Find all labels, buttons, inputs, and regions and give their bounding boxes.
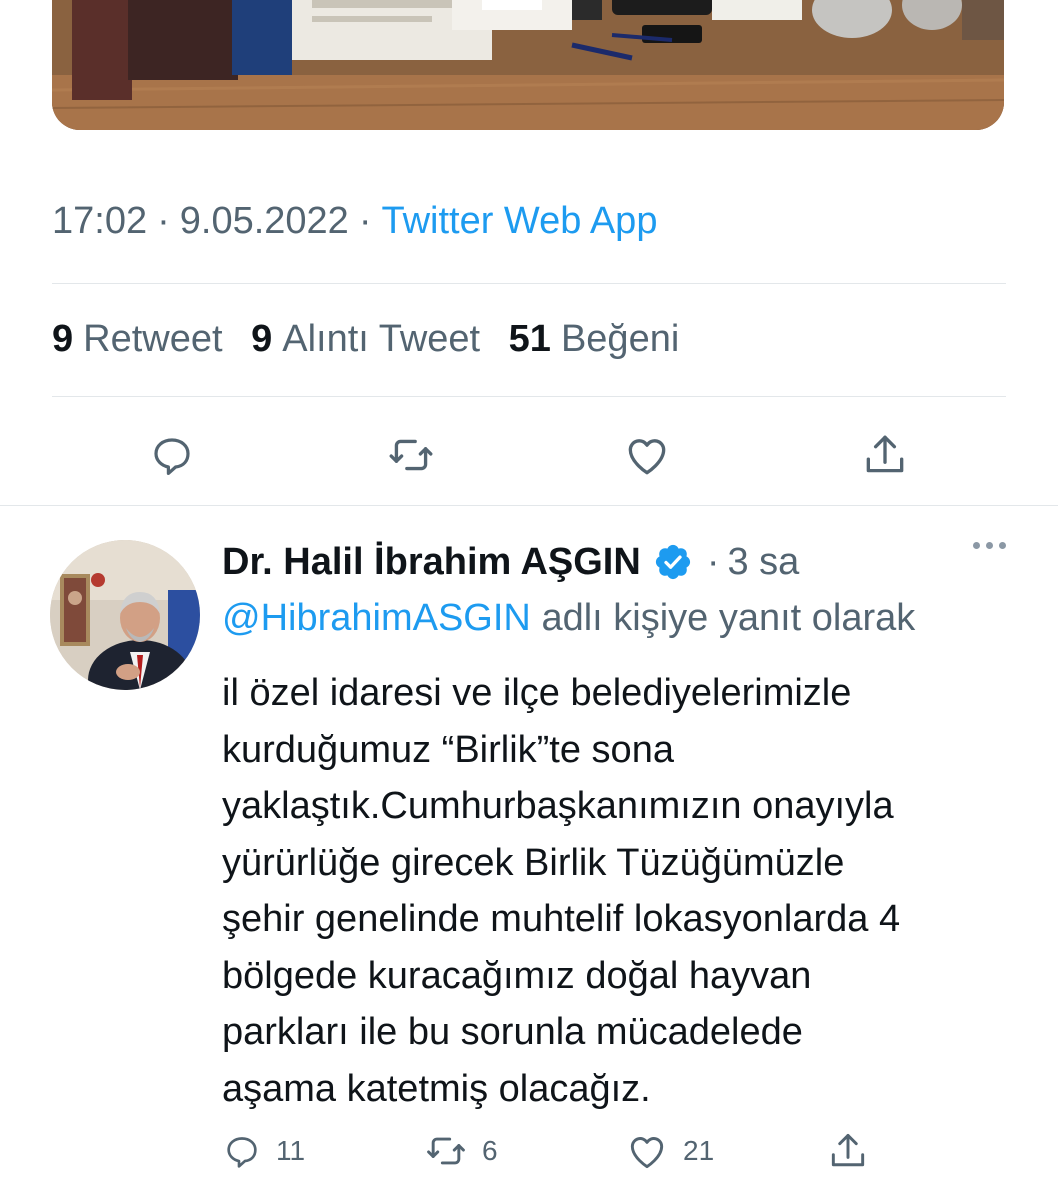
reply-icon: [154, 438, 190, 475]
reply-text-line: yürürlüğe girecek Birlik Tüzüğümüzle: [222, 841, 845, 884]
divider: [52, 283, 1006, 284]
header-separator: ·: [706, 540, 720, 583]
retweet-label: Retweet: [83, 318, 223, 360]
reply-share-button[interactable]: [826, 1128, 870, 1174]
reply-text: il özel idaresi ve ilçe belediyelerimizl…: [222, 665, 1022, 1117]
retweet-button[interactable]: [386, 430, 436, 480]
tweet-date[interactable]: 9.05.2022: [180, 200, 349, 242]
meta-separator: ·: [358, 200, 372, 242]
like-stat[interactable]: 51 Beğeni: [509, 318, 680, 360]
share-icon: [866, 435, 904, 473]
tweet-time[interactable]: 17:02: [52, 200, 147, 242]
reply-action-bar: 11 6 21: [0, 1128, 1058, 1174]
retweet-count: 6: [482, 1135, 498, 1166]
tweet-stats: 9 Retweet 9 Alıntı Tweet 51 Beğeni: [52, 318, 697, 361]
reply-text-line: bölgede kuracağımız doğal hayvan: [222, 954, 812, 997]
reply-header: Dr. Halil İbrahim AŞGIN · 3 sa: [222, 534, 1006, 590]
quote-tweet-count: 9: [251, 318, 273, 360]
reply-text-line: parkları ile bu sorunla mücadelede: [222, 1011, 803, 1053]
replying-to-label: adlı kişiye yanıt olarak: [541, 597, 916, 639]
divider: [52, 396, 1006, 397]
retweet-icon: [389, 439, 433, 471]
tweet-action-bar: [0, 430, 1058, 480]
reply-text-line: il özel idaresi ve ilçe belediyelerimizl…: [222, 672, 852, 714]
more-options-icon[interactable]: [973, 542, 1006, 549]
meta-separator: ·: [157, 200, 170, 242]
tweet-photo[interactable]: [52, 0, 1004, 130]
reply-text-line: kurduğumuz “Birlik”te sona: [222, 728, 674, 771]
like-count: 21: [683, 1135, 715, 1166]
reply-text-line: aşama katetmiş olacağız.: [222, 1067, 651, 1110]
like-count: 51: [508, 318, 551, 360]
reply-timestamp[interactable]: 3 sa: [727, 541, 799, 584]
tweet-source-link[interactable]: Twitter Web App: [381, 200, 657, 242]
replying-to: @HibrahimASGIN adlı kişiye yanıt olarak: [222, 597, 915, 640]
retweet-icon: [427, 1137, 465, 1165]
reply-text-line: yaklaştık.Cumhurbaşkanımızın onayıyla: [222, 785, 894, 827]
reply-text-line: şehir genelinde muhtelif lokasyonlarda 4: [222, 898, 901, 940]
like-label: Beğeni: [560, 318, 680, 360]
retweet-stat[interactable]: 9 Retweet: [52, 318, 223, 360]
share-icon: [831, 1133, 865, 1167]
quote-tweet-label: Alıntı Tweet: [282, 318, 481, 360]
like-button[interactable]: [622, 430, 672, 480]
reply-retweet-button[interactable]: 6: [424, 1128, 498, 1174]
reply-icon: [227, 1137, 257, 1168]
share-button[interactable]: [860, 430, 910, 480]
retweet-count: 9: [52, 318, 74, 360]
verified-badge-icon: [653, 542, 693, 582]
like-icon: [628, 439, 666, 475]
author-name[interactable]: Dr. Halil İbrahim AŞGIN: [222, 541, 641, 584]
reply-reply-button[interactable]: 11: [222, 1128, 305, 1174]
replying-to-handle[interactable]: @HibrahimASGIN: [222, 597, 531, 639]
reply-button[interactable]: [147, 430, 197, 480]
like-icon: [630, 1137, 664, 1169]
reply-count: 11: [276, 1135, 306, 1166]
reply-like-button[interactable]: 21: [625, 1128, 714, 1174]
section-divider: [0, 505, 1058, 506]
quote-tweet-stat[interactable]: 9 Alıntı Tweet: [251, 318, 480, 360]
avatar[interactable]: [50, 540, 200, 690]
tweet-meta: 17:02 · 9.05.2022 · Twitter Web App: [52, 200, 657, 243]
